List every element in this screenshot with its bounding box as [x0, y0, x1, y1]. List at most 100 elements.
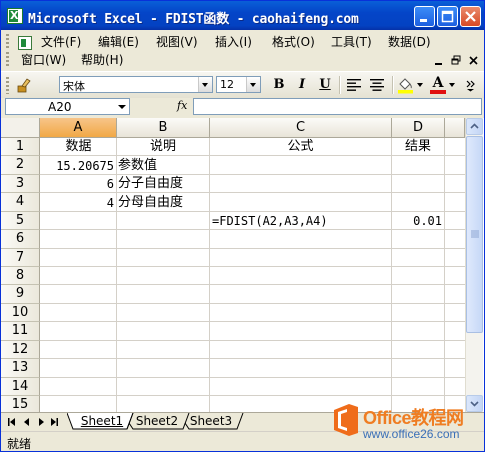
row-header[interactable]: 8 — [1, 267, 40, 285]
formatting-toolbar: 宋体 12 B I U A — [1, 71, 484, 100]
row-header[interactable]: 13 — [1, 359, 40, 378]
font-name-combo[interactable]: 宋体 — [59, 76, 213, 93]
cell-d5[interactable]: 0.01 — [392, 212, 442, 230]
row-header[interactable]: 7 — [1, 249, 40, 267]
fill-color-icon[interactable] — [397, 76, 415, 94]
row-header[interactable]: 5 — [1, 212, 40, 230]
workbook-icon[interactable] — [18, 36, 32, 50]
toolbar-options-icon[interactable] — [465, 78, 477, 92]
select-all-corner[interactable] — [1, 118, 40, 138]
row-header[interactable]: 6 — [1, 230, 40, 249]
menu-window[interactable]: 窗口(W) — [21, 51, 66, 69]
cell-c1[interactable]: 公式 — [210, 138, 391, 156]
row-header[interactable]: 11 — [1, 322, 40, 341]
doc-restore-icon[interactable] — [451, 55, 462, 66]
column-header-e[interactable] — [445, 118, 465, 138]
row-header[interactable]: 9 — [1, 285, 40, 304]
cell-b2[interactable]: 参数值 — [118, 157, 210, 175]
row-header[interactable]: 15 — [1, 396, 40, 412]
gridline — [40, 284, 465, 285]
maximize-icon — [441, 10, 454, 23]
align-center-icon[interactable] — [367, 76, 387, 94]
gridline — [40, 395, 465, 396]
menu-edit[interactable]: 编辑(E) — [98, 33, 139, 51]
cell-a4[interactable]: 4 — [41, 194, 114, 212]
prev-sheet-icon[interactable] — [22, 416, 32, 428]
align-left-icon[interactable] — [344, 76, 364, 94]
menu-data[interactable]: 数据(D) — [388, 33, 431, 51]
first-sheet-icon[interactable] — [7, 416, 17, 428]
menu-view[interactable]: 视图(V) — [156, 33, 198, 51]
font-color-letter: A — [432, 75, 444, 91]
font-size-dropdown-icon[interactable] — [246, 77, 260, 92]
font-name-dropdown-icon[interactable] — [198, 77, 212, 92]
minimize-icon — [420, 19, 427, 22]
menu-format[interactable]: 格式(O) — [272, 33, 315, 51]
excel-window: Microsoft Excel - FDIST函数 - caohaifeng.c… — [0, 0, 485, 452]
row-header[interactable]: 1 — [1, 138, 40, 156]
font-color-button[interactable]: A — [429, 76, 447, 94]
cell-d1[interactable]: 结果 — [392, 138, 444, 156]
menu-help[interactable]: 帮助(H) — [81, 51, 123, 69]
cell-b3[interactable]: 分子自由度 — [118, 175, 210, 193]
excel-app-icon[interactable] — [7, 8, 23, 24]
vertical-scrollbar[interactable] — [465, 118, 483, 412]
next-sheet-icon[interactable] — [36, 416, 46, 428]
column-header-c[interactable]: C — [210, 118, 392, 138]
row-header[interactable]: 4 — [1, 193, 40, 212]
doc-minimize-icon[interactable] — [434, 56, 444, 66]
doc-close-icon[interactable] — [468, 55, 479, 66]
toolbar-grip[interactable] — [6, 77, 9, 94]
column-header-a[interactable]: A — [40, 118, 117, 138]
maximize-button[interactable] — [437, 6, 458, 27]
fill-color-dropdown-icon[interactable] — [417, 83, 423, 88]
font-size-value: 12 — [220, 78, 234, 91]
cell-a3[interactable]: 6 — [41, 175, 114, 193]
sheet-tab-sheet1[interactable]: Sheet1 — [79, 413, 125, 429]
watermark: Office教程网 www.office26.com — [331, 402, 483, 450]
font-color-dropdown-icon[interactable] — [449, 83, 455, 88]
formula-bar: A20 fx — [1, 98, 484, 116]
menu-file[interactable]: 文件(F) — [41, 33, 81, 51]
sheet-tab-sheet3[interactable]: Sheet3 — [187, 413, 235, 429]
font-size-combo[interactable]: 12 — [216, 76, 261, 93]
underline-button[interactable]: U — [315, 76, 335, 94]
cell-b4[interactable]: 分母自由度 — [118, 194, 210, 212]
last-sheet-icon[interactable] — [49, 416, 59, 428]
column-header-d[interactable]: D — [392, 118, 445, 138]
row-header[interactable]: 14 — [1, 378, 40, 396]
gridline — [116, 138, 117, 412]
cell-a2[interactable]: 15.20675 — [41, 157, 114, 175]
cell-a1[interactable]: 数据 — [41, 138, 116, 156]
formula-input[interactable] — [193, 98, 482, 115]
name-box[interactable]: A20 — [5, 98, 130, 115]
menubar-grip-row2[interactable] — [6, 52, 9, 66]
cell-c5[interactable]: =FDIST(A2,A3,A4) — [212, 212, 391, 230]
scroll-thumb[interactable] — [466, 136, 483, 333]
worksheet-grid[interactable]: A B C D 1 2 3 4 5 6 7 8 9 10 11 12 13 14… — [1, 118, 484, 412]
scroll-up-icon — [470, 123, 479, 129]
format-painter-icon[interactable] — [15, 76, 35, 94]
menu-tools[interactable]: 工具(T) — [331, 33, 372, 51]
column-header-b[interactable]: B — [117, 118, 210, 138]
minimize-button[interactable] — [414, 6, 435, 27]
bold-button[interactable]: B — [269, 76, 289, 94]
scroll-up-button[interactable] — [466, 118, 483, 135]
italic-button[interactable]: I — [292, 76, 312, 94]
sheet-tab-sheet2[interactable]: Sheet2 — [133, 413, 181, 429]
row-header[interactable]: 3 — [1, 175, 40, 193]
close-icon — [465, 11, 476, 22]
cell-b1[interactable]: 说明 — [117, 138, 209, 156]
insert-function-icon[interactable]: fx — [177, 99, 187, 112]
menubar-grip[interactable] — [6, 34, 9, 48]
row-header[interactable]: 2 — [1, 156, 40, 175]
gridline — [40, 321, 465, 322]
row-header[interactable]: 10 — [1, 304, 40, 322]
title-bar[interactable]: Microsoft Excel - FDIST函数 - caohaifeng.c… — [1, 1, 484, 30]
menu-insert[interactable]: 插入(I) — [215, 33, 252, 51]
gridline — [40, 358, 465, 359]
gridline — [40, 266, 465, 267]
close-button[interactable] — [460, 6, 481, 27]
row-header[interactable]: 12 — [1, 341, 40, 359]
name-box-dropdown-icon[interactable] — [118, 105, 126, 109]
